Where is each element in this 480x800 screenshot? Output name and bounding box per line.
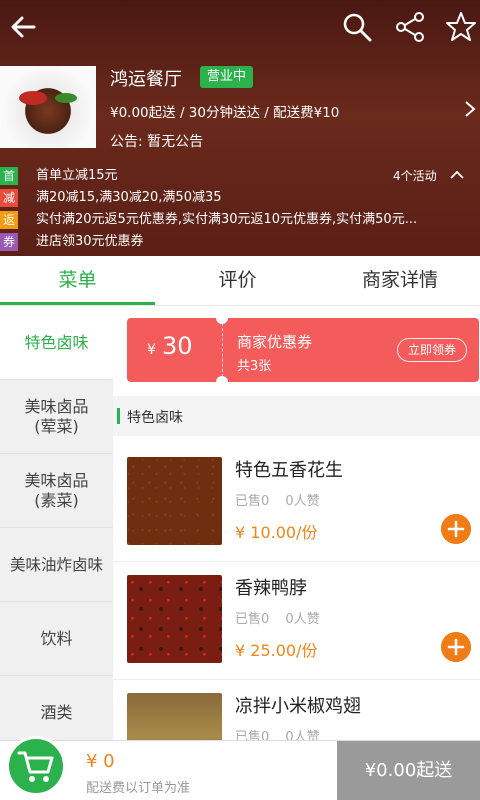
search-icon[interactable] [340, 10, 374, 44]
status-badge: 营业中 [200, 66, 254, 88]
promo-row: 券 进店领30元优惠券 [0, 233, 480, 253]
star-icon[interactable] [444, 10, 478, 44]
dish-meta: 已售0 0人赞 [235, 608, 332, 627]
shop-header: 鸿运餐厅 营业中 ¥0.00起送 / 30分钟送达 / 配送费¥10 公告: 暂… [0, 0, 480, 256]
promo-row: 减 满20减15,满30减20,满50减35 [0, 189, 480, 209]
tab-menu[interactable]: 菜单 [0, 256, 155, 306]
coupon-count: 共3张 [237, 359, 272, 374]
promo-text: 实付满20元返5元优惠券,实付满30元返10元优惠券,实付满50元... [36, 212, 418, 227]
shop-coupon[interactable]: ¥ 30 商家优惠券 共3张 立即领券 [127, 312, 479, 388]
cart-bar: ¥ 0 配送费以订单为准 ¥0.00起送 [0, 736, 480, 800]
dish-name: 香辣鸭脖 [235, 578, 307, 599]
delivery-info: ¥0.00起送 / 30分钟送达 / 配送费¥10 [110, 105, 340, 121]
sidebar-item-drinks[interactable]: 饮料 [0, 602, 113, 676]
duck-neck-image [127, 575, 222, 663]
coupon-amount: 30 [162, 332, 193, 360]
shop-thumbnail [0, 66, 96, 148]
dish-name: 特色五香花生 [235, 460, 343, 481]
shop-notice: 公告: 暂无公告 [110, 134, 204, 150]
promo-row: 返 实付满20元返5元优惠券,实付满30元返10元优惠券,实付满50元... [0, 211, 480, 231]
tab-bar: 菜单 评价 商家详情 [0, 256, 480, 306]
chevron-right-icon[interactable] [464, 100, 476, 118]
dish-item[interactable]: 凉拌小米椒鸡翅 已售0 0人赞 [113, 680, 480, 781]
claim-coupon-button[interactable]: 立即领券 [397, 338, 468, 362]
dish-list: ¥ 30 商家优惠券 共3张 立即领券 特色卤味 特色五香花生 已售0 0人赞 … [113, 306, 480, 781]
cart-button[interactable] [6, 736, 66, 796]
sidebar-item-fried-braised[interactable]: 美味油炸卤味 [0, 528, 113, 602]
delivery-fee-note: 配送费以订单为准 [86, 781, 191, 796]
dish-price: ¥ 25.00/份 [235, 641, 318, 660]
section-title: 特色卤味 [127, 410, 183, 426]
promo-tag: 返 [0, 211, 18, 229]
tab-reviews[interactable]: 评价 [160, 256, 315, 306]
dish-item[interactable]: 香辣鸭脖 已售0 0人赞 ¥ 25.00/份 [113, 562, 480, 680]
chevron-up-icon[interactable] [450, 170, 464, 180]
shopping-cart-icon [17, 751, 54, 782]
sold-count: 已售0 [235, 612, 270, 627]
sidebar-item-braised-meat[interactable]: 美味卤品 (荤菜) [0, 380, 113, 454]
sidebar-item-braised-veg[interactable]: 美味卤品 (素菜) [0, 454, 113, 528]
checkout-button[interactable]: ¥0.00起送 [337, 741, 480, 800]
sidebar-item-special-braised[interactable]: 特色卤味 [0, 306, 113, 380]
category-sidebar: 特色卤味 美味卤品 (荤菜) 美味卤品 (素菜) 美味油炸卤味 饮料 酒类 [0, 306, 113, 750]
cart-total: ¥ 0 [86, 751, 115, 772]
dish-item[interactable]: 特色五香花生 已售0 0人赞 ¥ 10.00/份 [113, 444, 480, 562]
sold-count: 已售0 [235, 494, 270, 509]
section-header: 特色卤味 [113, 396, 480, 436]
top-bar [0, 0, 480, 56]
shop-name: 鸿运餐厅 [110, 69, 182, 90]
share-icon[interactable] [393, 10, 427, 44]
coupon-currency: ¥ [147, 342, 156, 358]
add-to-cart-icon[interactable] [441, 514, 471, 544]
promo-text: 满20减15,满30减20,满50减35 [36, 190, 222, 205]
activities-count[interactable]: 4个活动 [393, 167, 437, 184]
dish-name: 凉拌小米椒鸡翅 [235, 696, 361, 717]
promo-text: 首单立减15元 [36, 168, 118, 183]
coupon-title: 商家优惠券 [237, 333, 313, 351]
like-count: 0人赞 [285, 494, 320, 509]
promo-tag: 减 [0, 189, 18, 207]
tab-underline [0, 302, 155, 305]
back-arrow-icon[interactable] [6, 10, 40, 44]
tab-shop-details[interactable]: 商家详情 [320, 256, 480, 306]
like-count: 0人赞 [285, 612, 320, 627]
promo-tag: 券 [0, 233, 18, 251]
promo-tag: 首 [0, 167, 18, 185]
promo-text: 进店领30元优惠券 [36, 234, 144, 249]
dish-meta: 已售0 0人赞 [235, 490, 332, 509]
dish-price: ¥ 10.00/份 [235, 523, 318, 542]
peanut-image [127, 457, 222, 545]
add-to-cart-icon[interactable] [441, 632, 471, 662]
